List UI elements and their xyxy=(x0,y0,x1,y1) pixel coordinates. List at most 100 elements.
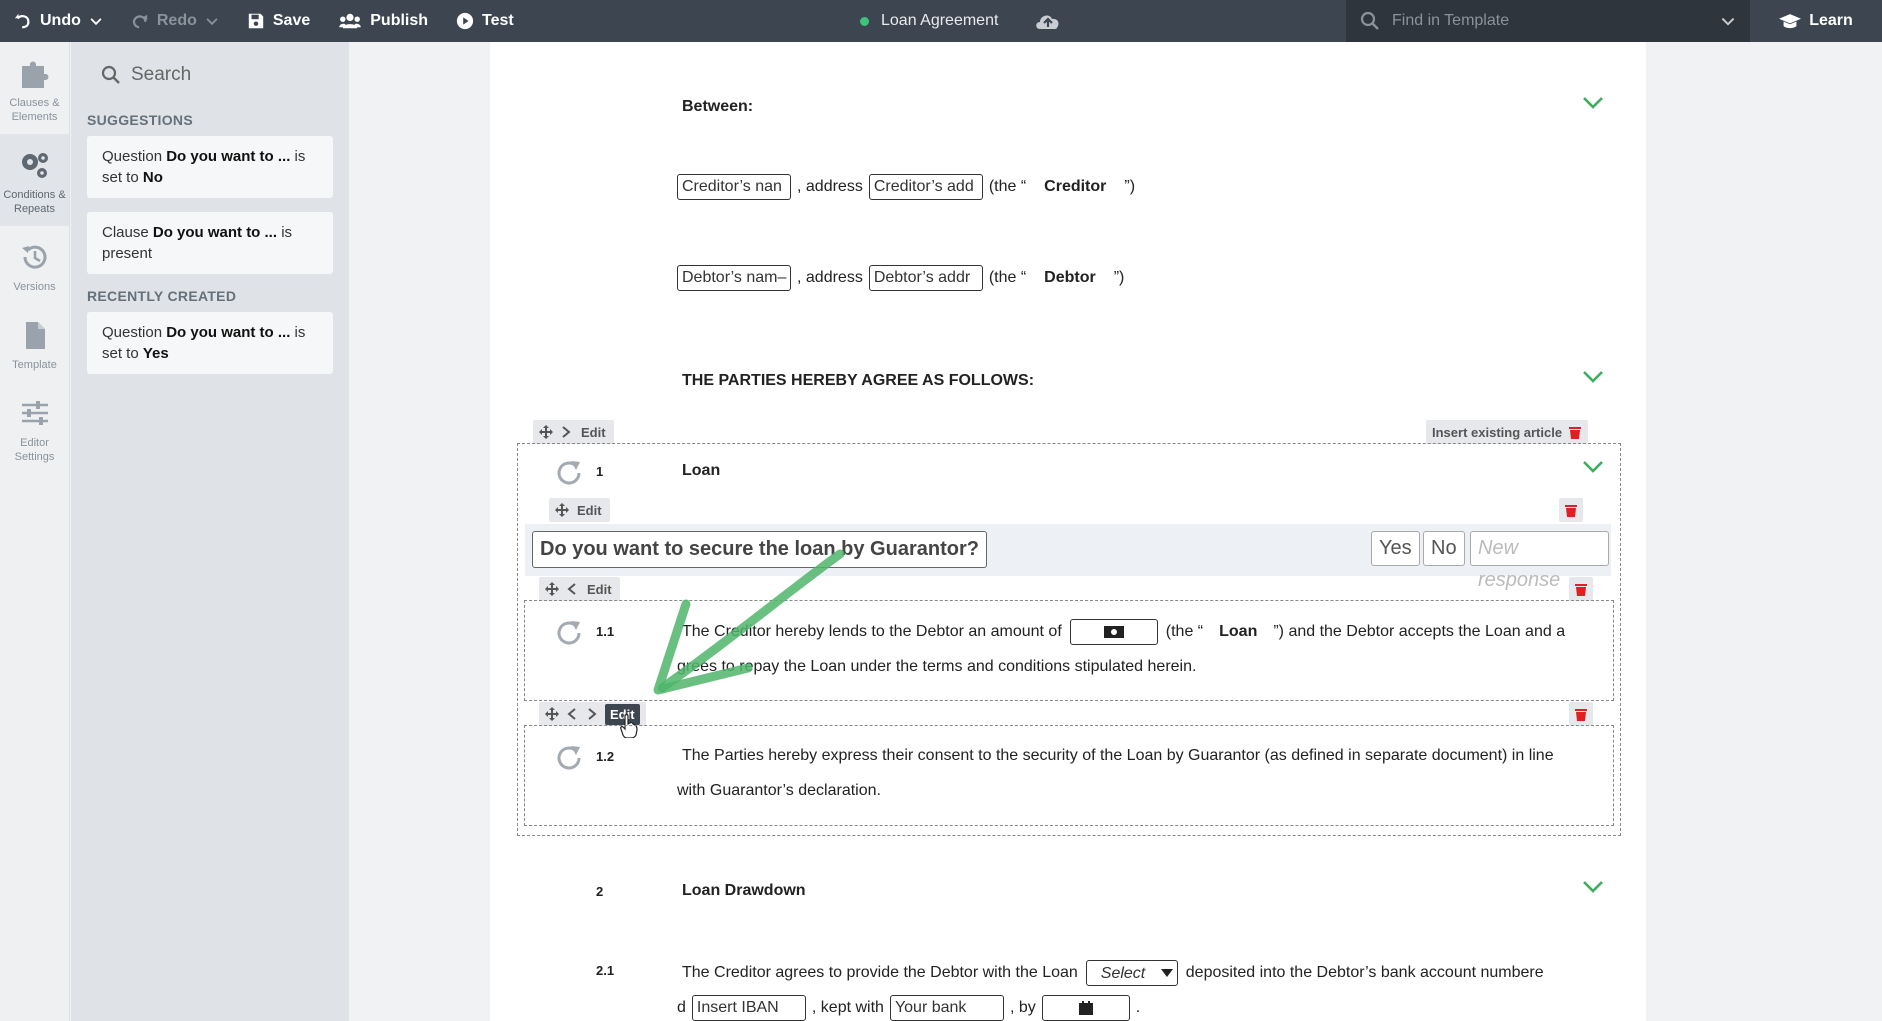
amount-field[interactable] xyxy=(1069,619,1158,645)
undo-button[interactable]: Undo xyxy=(0,0,117,42)
save-icon xyxy=(248,13,264,29)
rail-label: Repeats xyxy=(14,203,55,215)
clause-number: 2.1 xyxy=(596,963,615,978)
debtor-address-field[interactable]: Debtor’s addr xyxy=(868,265,983,291)
move-icon[interactable] xyxy=(545,582,559,596)
trash-icon xyxy=(1575,709,1587,721)
delete-button[interactable] xyxy=(1559,498,1583,522)
save-button[interactable]: Save xyxy=(233,0,324,42)
between-heading: Between: xyxy=(682,98,754,115)
undo-label: Undo xyxy=(40,12,81,29)
move-icon[interactable] xyxy=(539,425,553,439)
gears-icon xyxy=(21,153,48,178)
chevron-down-icon[interactable] xyxy=(1582,460,1604,474)
chevron-left-icon[interactable] xyxy=(565,707,579,721)
card-type: Clause xyxy=(102,224,153,241)
graduation-cap-icon xyxy=(1779,13,1802,28)
creditor-address-field[interactable]: Creditor’s add xyxy=(868,174,983,200)
sliders-icon xyxy=(21,401,48,425)
question-controls: Edit xyxy=(549,498,610,522)
panel-search-input[interactable] xyxy=(131,64,331,86)
suggestion-card[interactable]: Clause Do you want to ... is present xyxy=(87,212,333,274)
publish-label: Publish xyxy=(370,12,429,29)
insert-article-label: Insert existing article xyxy=(1432,424,1563,440)
article-controls: Edit xyxy=(533,420,614,444)
debtor-name-field[interactable]: Debtor’s nam– xyxy=(677,265,791,291)
status-dot xyxy=(860,16,869,26)
annotation-arrow xyxy=(653,549,845,695)
trash-icon[interactable] xyxy=(1568,425,1582,439)
top-toolbar: Undo Redo Save Publish Test Loan Agreeme… xyxy=(0,0,1882,42)
card-value: Yes xyxy=(142,345,169,362)
insert-existing-article-button[interactable]: Insert existing article xyxy=(1426,420,1589,444)
date-field[interactable] xyxy=(1041,995,1130,1021)
response-yes[interactable]: Yes xyxy=(1371,531,1420,566)
card-value: No xyxy=(142,169,163,186)
clause-text: d xyxy=(677,999,686,1016)
publish-button[interactable]: Publish xyxy=(324,0,442,42)
panel-search xyxy=(87,56,333,94)
delete-button[interactable] xyxy=(1569,577,1593,601)
find-in-template xyxy=(1346,0,1750,42)
learn-button[interactable]: Learn xyxy=(1750,0,1882,42)
trash-icon xyxy=(1565,505,1577,517)
bank-field[interactable]: Your bank xyxy=(889,995,1004,1021)
clause-text: , by xyxy=(1009,999,1036,1016)
edit-button[interactable]: Edit xyxy=(585,582,614,597)
redo-button[interactable]: Redo xyxy=(117,0,233,42)
rail-conditions-repeats[interactable]: Conditions & Repeats xyxy=(0,134,69,226)
find-in-template-input[interactable] xyxy=(1392,12,1708,30)
delete-button[interactable] xyxy=(1569,702,1593,726)
new-response-input[interactable]: New response xyxy=(1470,531,1609,591)
money-icon xyxy=(1103,625,1124,638)
redo-icon xyxy=(132,14,148,29)
clause-number: 1.1 xyxy=(596,624,615,639)
clause-1-2-line-1: The Parties hereby express their consent… xyxy=(682,747,1554,764)
rail-editor-settings[interactable]: Editor Settings xyxy=(0,382,69,474)
edit-button[interactable]: Edit xyxy=(575,503,604,518)
rail-label: Clauses & xyxy=(9,97,60,109)
suggestion-card[interactable]: Question Do you want to ... is set to No xyxy=(87,136,333,198)
move-icon[interactable] xyxy=(555,503,569,517)
chevron-down-icon[interactable] xyxy=(1720,13,1736,29)
chevron-down-icon[interactable] xyxy=(1582,96,1604,110)
the-open-text: (the “ xyxy=(988,178,1027,195)
document-title: Loan Agreement xyxy=(881,12,999,29)
select-value: Select xyxy=(1100,964,1146,982)
article-title: Loan Drawdown xyxy=(682,882,806,899)
test-button[interactable]: Test xyxy=(442,0,528,42)
iban-field[interactable]: Insert IBAN xyxy=(691,995,806,1021)
chevron-right-icon[interactable] xyxy=(559,425,573,439)
address-text: , address xyxy=(797,178,863,195)
response-no[interactable]: No xyxy=(1423,531,1465,566)
edit-button[interactable]: Edit xyxy=(579,425,608,440)
chevron-down-icon[interactable] xyxy=(1582,370,1604,384)
suggestions-heading: SUGGESTIONS xyxy=(87,112,193,128)
clause-number: 1.2 xyxy=(596,749,615,764)
repeat-icon[interactable] xyxy=(555,743,585,773)
clause-controls: Edit xyxy=(539,577,620,601)
rail-template[interactable]: Template xyxy=(0,304,69,382)
rail-clauses-elements[interactable]: Clauses & Elements xyxy=(0,42,69,134)
creditor-label: Creditor xyxy=(1044,178,1107,195)
test-label: Test xyxy=(482,12,514,29)
cloud-upload-icon[interactable] xyxy=(1034,11,1062,31)
document-title-area: Loan Agreement xyxy=(860,0,1062,42)
calendar-icon xyxy=(1078,1000,1093,1015)
repeat-icon[interactable] xyxy=(555,458,585,488)
users-icon xyxy=(339,13,362,29)
recent-card[interactable]: Question Do you want to ... is set to Ye… xyxy=(87,312,333,374)
chevron-right-icon[interactable] xyxy=(585,707,599,721)
chevron-down-icon[interactable] xyxy=(1582,880,1604,894)
the-close-text: ”) xyxy=(1113,269,1125,286)
select-dropdown[interactable]: Select xyxy=(1085,960,1178,986)
creditor-name-field[interactable]: Creditor’s nan xyxy=(677,174,791,200)
repeat-icon[interactable] xyxy=(555,618,585,648)
the-close-text: ”) xyxy=(1124,178,1136,195)
card-type: Question xyxy=(102,148,167,165)
move-icon[interactable] xyxy=(545,707,559,721)
rail-versions[interactable]: Versions xyxy=(0,226,69,304)
chevron-left-icon[interactable] xyxy=(565,582,579,596)
file-icon xyxy=(25,322,45,349)
clause-2-1-line-2: d Insert IBAN , kept with Your bank , by… xyxy=(677,995,1140,1021)
